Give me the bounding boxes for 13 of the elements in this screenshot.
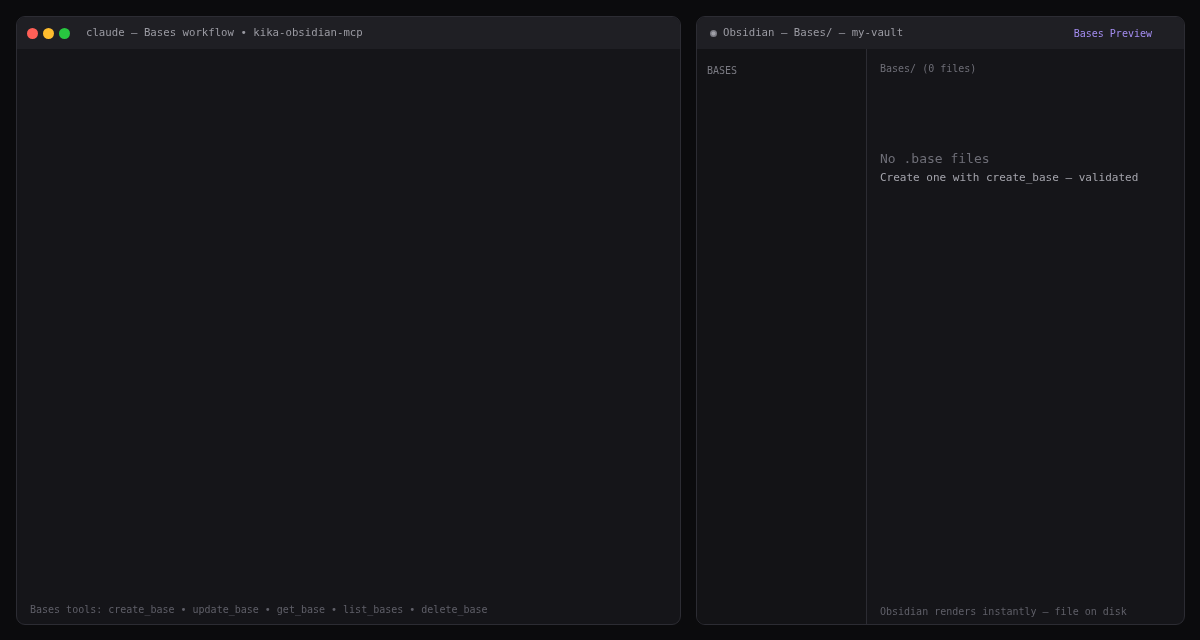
sidebar-heading: BASES — [707, 65, 738, 76]
window-title: claude — Bases workflow • kika-obsidian-mcp — [86, 24, 363, 41]
empty-state-title: No .base files — [880, 150, 991, 168]
folder-path: Bases/ (0 files) — [880, 62, 978, 76]
dot-icon — [710, 29, 717, 37]
maximize-icon[interactable] — [59, 27, 70, 39]
preview-label: Bases Preview — [1073, 26, 1152, 41]
footer-text: Bases tools: create_base • update_base • get_base • list_bases • delete_base — [30, 604, 488, 615]
empty-state-hint: Create one with create_base — validated — [880, 169, 1140, 186]
minimize-icon[interactable] — [43, 27, 54, 39]
close-icon[interactable] — [27, 27, 38, 39]
footer-text: Obsidian renders instantly — file on disk — [880, 605, 1128, 619]
window-title: Obsidian — Bases/ — my-vault — [723, 24, 904, 41]
